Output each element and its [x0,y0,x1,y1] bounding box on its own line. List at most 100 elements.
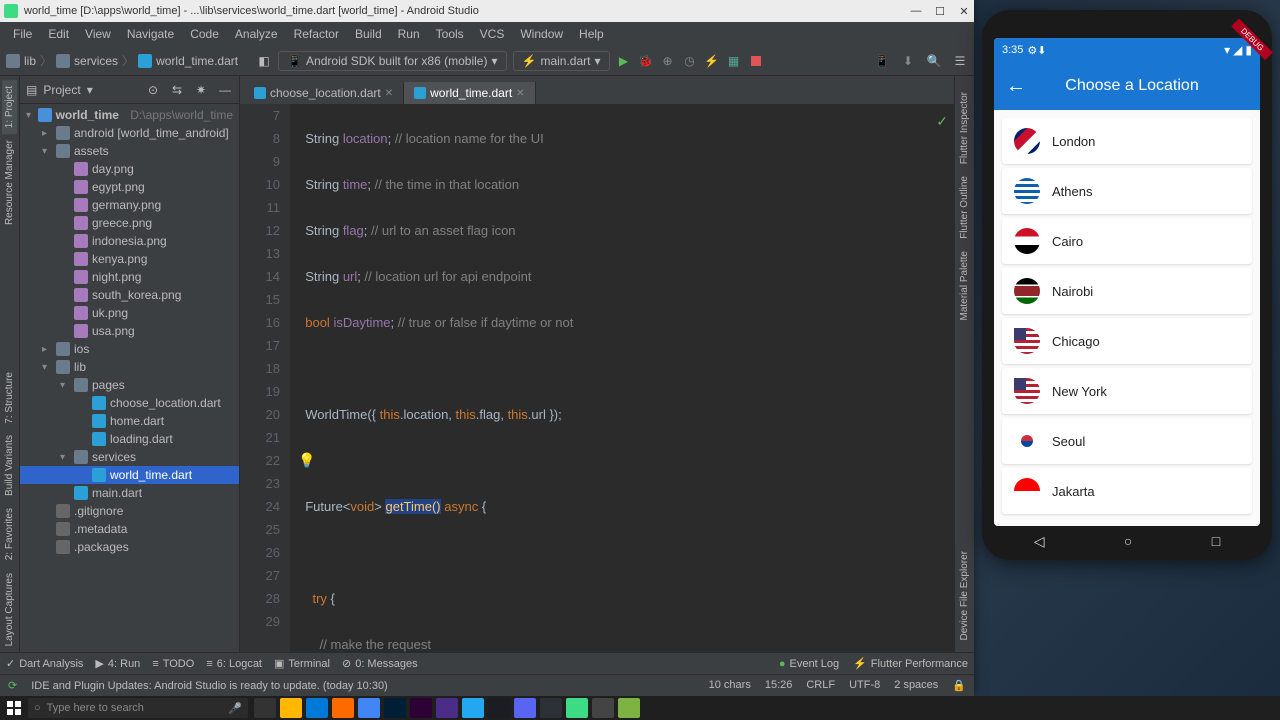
rail-flutter-inspector[interactable]: Flutter Inspector [957,86,972,170]
rail-structure[interactable]: 7: Structure [2,366,17,430]
bt-terminal[interactable]: ▣ Terminal [274,657,330,670]
select-open-file-icon[interactable]: ◧ [256,53,272,69]
mic-icon[interactable]: 🎤 [228,702,242,715]
tree-file[interactable]: usa.png [20,322,239,340]
location-item[interactable]: Jakarta [1002,468,1252,514]
profile-button[interactable]: ◷ [682,53,698,69]
device-selector[interactable]: 📱 Android SDK built for x86 (mobile) ▾ [278,51,506,71]
tree-file[interactable]: .metadata [20,520,239,538]
status-enc[interactable]: UTF-8 [849,679,880,692]
bt-event-log[interactable]: ● Event Log [779,657,839,670]
menu-file[interactable]: File [6,25,39,43]
nav-back[interactable]: ◁ [1034,533,1045,550]
taskbar-app[interactable] [462,698,484,718]
tree-file[interactable]: .gitignore [20,502,239,520]
debug-button[interactable]: 🐞 [638,53,654,69]
location-item[interactable]: Nairobi [1002,268,1252,314]
code-editor[interactable]: ✓ 78910111213141516171819202122232425262… [240,104,954,652]
taskbar-app[interactable] [566,698,588,718]
rail-favorites[interactable]: 2: Favorites [2,502,17,566]
tree-services[interactable]: ▾services [20,448,239,466]
taskbar-app[interactable] [514,698,536,718]
taskbar-app[interactable] [254,698,276,718]
menu-analyze[interactable]: Analyze [228,25,285,43]
taskbar-app[interactable] [410,698,432,718]
tree-file[interactable]: .packages [20,538,239,556]
attach-button[interactable]: ▦ [726,53,742,69]
stop-button[interactable] [748,53,764,69]
back-arrow-icon[interactable]: ← [1006,75,1026,98]
taskbar-app[interactable] [488,698,510,718]
tree-pages[interactable]: ▾pages [20,376,239,394]
rail-flutter-outline[interactable]: Flutter Outline [957,170,972,245]
minimize-button[interactable]: — [910,5,922,17]
rail-resource-manager[interactable]: Resource Manager [2,134,17,231]
search-input[interactable]: ○ Type here to search 🎤 [28,698,248,718]
tree-lib[interactable]: ▾lib [20,358,239,376]
rail-build-variants[interactable]: Build Variants [2,429,17,502]
menu-window[interactable]: Window [513,25,570,43]
menu-code[interactable]: Code [183,25,226,43]
tree-assets[interactable]: ▾assets [20,142,239,160]
hot-reload-button[interactable]: ⚡ [704,53,720,69]
tree-file[interactable]: home.dart [20,412,239,430]
tree-ios[interactable]: ▸ios [20,340,239,358]
tree-file[interactable]: greece.png [20,214,239,232]
tree-file[interactable]: uk.png [20,304,239,322]
bt-run[interactable]: ▶ 4: Run [95,657,140,670]
taskbar-app[interactable] [540,698,562,718]
bt-messages[interactable]: ⊘ 0: Messages [342,657,418,670]
status-eol[interactable]: CRLF [806,679,835,692]
code-content[interactable]: String location; // location name for th… [290,104,954,652]
tab-world-time[interactable]: world_time.dart✕ [404,82,535,104]
tree-file[interactable]: egypt.png [20,178,239,196]
tree-file[interactable]: kenya.png [20,250,239,268]
lock-icon[interactable]: 🔒 [952,679,966,692]
location-item[interactable]: London [1002,118,1252,164]
location-item[interactable]: New York [1002,368,1252,414]
maximize-button[interactable]: ☐ [934,5,946,17]
rail-layout-captures[interactable]: Layout Captures [2,567,17,652]
bt-todo[interactable]: ≡ TODO [152,658,194,670]
coverage-button[interactable]: ⊕ [660,53,676,69]
taskbar-app[interactable] [384,698,406,718]
tree-root[interactable]: ▾world_time D:\apps\world_time [20,106,239,124]
menu-edit[interactable]: Edit [41,25,76,43]
start-button[interactable] [0,696,28,720]
breadcrumb[interactable]: lib 〉 services 〉 world_time.dart [6,52,238,69]
taskbar-app[interactable] [436,698,458,718]
tree-file[interactable]: indonesia.png [20,232,239,250]
location-item[interactable]: Chicago [1002,318,1252,364]
menu-help[interactable]: Help [572,25,611,43]
tree-file[interactable]: loading.dart [20,430,239,448]
nav-home[interactable]: ○ [1124,533,1132,549]
tree-world-time-dart[interactable]: world_time.dart [20,466,239,484]
rail-project[interactable]: 1: Project [2,80,17,134]
tree-file[interactable]: day.png [20,160,239,178]
menu-vcs[interactable]: VCS [473,25,512,43]
update-icon[interactable]: ⟳ [8,679,17,692]
bt-dart-analysis[interactable]: ✓ Dart Analysis [6,657,83,670]
location-item[interactable]: Seoul [1002,418,1252,464]
gear-icon[interactable]: ✷ [193,82,209,98]
close-icon[interactable]: ✕ [516,88,524,99]
tree-file[interactable]: night.png [20,268,239,286]
bt-logcat[interactable]: ≡ 6: Logcat [206,658,262,670]
expand-icon[interactable]: ⊙ [145,82,161,98]
search-icon[interactable]: 🔍 [926,53,942,69]
location-list[interactable]: LondonAthensCairoNairobiChicagoNew YorkS… [994,110,1260,526]
status-indent[interactable]: 2 spaces [894,679,938,692]
collapse-icon[interactable]: ⇆ [169,82,185,98]
tree-android[interactable]: ▸android [world_time_android] [20,124,239,142]
nav-recents[interactable]: □ [1212,533,1220,549]
project-tree[interactable]: ▾world_time D:\apps\world_time ▸android … [20,104,239,652]
settings-icon[interactable]: ☰ [952,53,968,69]
taskbar-app[interactable] [592,698,614,718]
location-item[interactable]: Cairo [1002,218,1252,264]
intention-bulb-icon[interactable]: 💡 [298,452,315,468]
rail-material-palette[interactable]: Material Palette [957,245,972,326]
tab-choose-location[interactable]: choose_location.dart✕ [244,82,404,104]
avd-button[interactable]: 📱 [874,53,890,69]
hide-icon[interactable]: — [217,82,233,98]
taskbar-app[interactable] [280,698,302,718]
